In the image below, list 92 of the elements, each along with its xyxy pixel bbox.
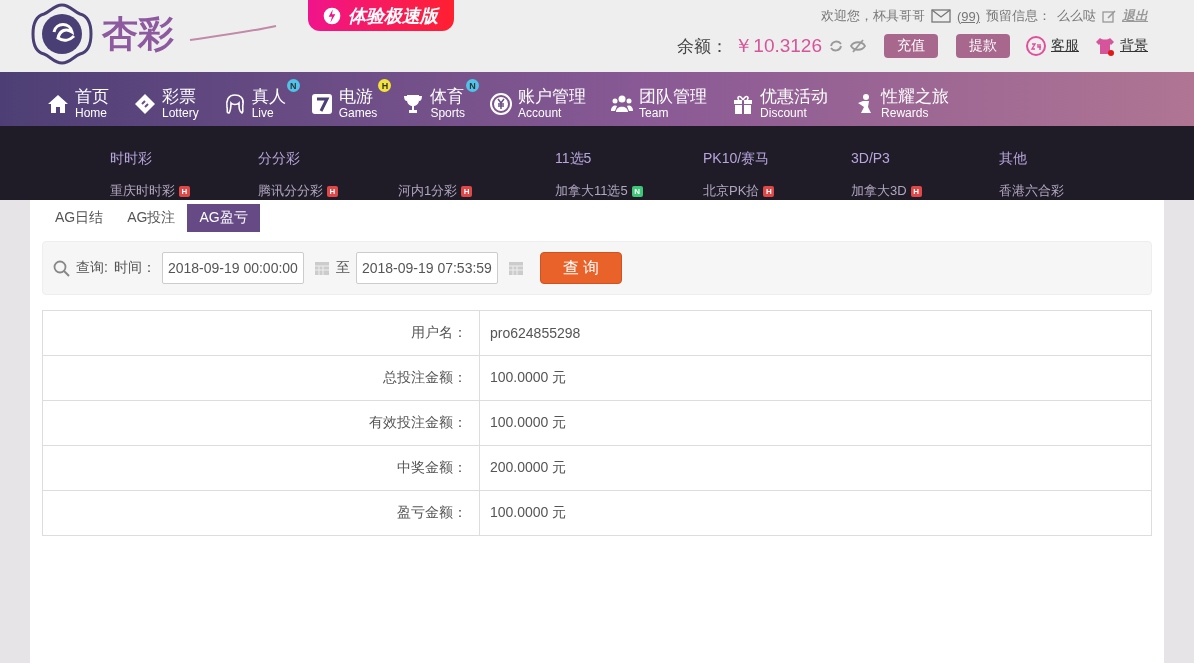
nav-label: 电游 <box>338 88 374 105</box>
seven-icon <box>309 91 334 116</box>
badge: H <box>179 185 190 197</box>
reserved-info-label: 预留信息： <box>986 7 1051 25</box>
action-button[interactable]: 充值 <box>884 34 938 58</box>
table-cell-text: pro624855298 <box>489 324 582 343</box>
nav-menu-item[interactable]: 账户管理 Account <box>489 79 605 119</box>
badge: H <box>327 185 338 197</box>
yen-coin-icon <box>489 91 514 116</box>
menu-heading: 其他 <box>999 150 1028 166</box>
welcome-text: 欢迎您，杯具哥哥 <box>820 7 925 25</box>
calendar-icon <box>313 260 330 276</box>
table-cell: 用户名： <box>43 311 480 355</box>
nav-sublabel: Account <box>518 107 563 119</box>
logo-text: 杏彩 <box>102 10 174 56</box>
table-cell: 中奖金额： <box>43 446 480 490</box>
time-label: 时间： <box>113 259 156 277</box>
edit-icon <box>1102 9 1116 23</box>
nav-label: 账户管理 <box>518 88 587 105</box>
calendar-icon <box>507 260 524 276</box>
nav-sublabel: Rewards <box>881 107 930 119</box>
menu-heading: PK10/赛马 <box>703 150 771 166</box>
menu-heading: 分分彩 <box>258 150 301 166</box>
background-link[interactable]: 背景 <box>1093 34 1148 58</box>
query-label: 查询: <box>76 259 108 277</box>
start-time-field[interactable]: 2018-09-19 00:00:00 <box>161 252 304 284</box>
badge: H <box>378 79 392 92</box>
search-icon <box>53 259 70 277</box>
lightning-circle-icon <box>322 5 342 26</box>
end-time-field[interactable]: 2018-09-19 07:53:59 <box>355 252 498 284</box>
nav-sublabel: Home <box>75 107 108 119</box>
balance-amount: ￥10.3126 <box>734 34 822 58</box>
tab[interactable]: AG盈亏 <box>187 204 260 232</box>
nav-label: 首页 <box>75 88 109 105</box>
message-count-link[interactable]: (99) <box>956 8 980 24</box>
table-cell-text: 100.0000 元 <box>489 368 568 387</box>
reserved-info-value: 么么哒 <box>1057 7 1096 25</box>
menu-item[interactable]: 加拿大3D H <box>851 182 999 200</box>
range-separator: 至 <box>335 259 350 277</box>
nav-sublabel: Live <box>251 107 275 119</box>
nav-label: 团队管理 <box>639 88 708 105</box>
balance-label: 余额： <box>677 35 729 58</box>
action-button[interactable]: 提款 <box>956 34 1010 58</box>
tab[interactable]: AG投注 <box>115 204 188 232</box>
menu-item[interactable]: 河内1分彩 H <box>398 182 555 200</box>
nav-sublabel: Sports <box>430 107 466 119</box>
nav-menu-item[interactable]: 首页 Home <box>46 79 127 119</box>
hidden-eye-icon <box>850 38 866 54</box>
table-cell-text: 100.0000 元 <box>489 413 568 432</box>
nav-menu-item[interactable]: 团队管理 Team <box>610 79 726 119</box>
tab[interactable]: AG日结 <box>43 204 116 232</box>
nav-menu-item[interactable]: 体育 Sports N <box>401 79 484 119</box>
nav-menu-item[interactable]: 优惠活动 Discount <box>731 79 847 119</box>
menu-item[interactable]: 北京PK拾 H <box>703 182 851 200</box>
promo-button[interactable]: 体验极速版 <box>308 0 454 31</box>
nav-menu-item[interactable]: 真人 Live N <box>222 79 304 119</box>
refresh-icon <box>828 38 844 54</box>
headset-24-icon <box>1024 34 1048 58</box>
badge: N <box>286 79 300 92</box>
table-cell-text: 200.0000 元 <box>489 458 568 477</box>
nav-sublabel: Lottery <box>162 107 199 119</box>
badge: H <box>910 185 922 197</box>
table-cell: 总投注金额： <box>43 356 480 400</box>
nav-sublabel: Team <box>639 107 670 119</box>
nav-label: 性耀之旅 <box>881 88 950 105</box>
table-cell: 盈亏金额： <box>43 491 480 535</box>
nav-label: 真人 <box>251 88 286 105</box>
badge: H <box>461 185 473 197</box>
nav-menu-item[interactable]: 性耀之旅 Rewards <box>852 79 968 119</box>
ticket-icon <box>133 91 157 116</box>
menu-heading: 时时彩 <box>110 150 153 166</box>
menu-item[interactable]: 香港六合彩 <box>999 182 1139 200</box>
customer-service-link[interactable]: 客服 <box>1024 34 1079 58</box>
menu-item[interactable]: 重庆时时彩 H <box>110 182 258 200</box>
badge: N <box>466 79 480 92</box>
nav-sublabel: Discount <box>760 107 808 119</box>
nav-label: 彩票 <box>162 88 197 105</box>
menu-heading: 3D/P3 <box>851 150 891 166</box>
table-cell: 有效投注金额： <box>43 401 480 445</box>
menu-item[interactable]: 加拿大11选5 N <box>555 182 703 200</box>
menu-item[interactable]: 腾讯分分彩 H <box>258 182 398 200</box>
nav-menu-item[interactable]: 电游 Games H <box>309 79 396 119</box>
menu-heading: 11选5 <box>555 150 593 166</box>
badge: N <box>631 185 643 197</box>
nav-label: 体育 <box>430 88 466 105</box>
nav-sublabel: Games <box>338 107 378 119</box>
envelope-icon <box>930 9 951 23</box>
table-cell-text: 100.0000 元 <box>489 503 568 522</box>
badge: H <box>763 185 775 197</box>
nav-label: 优惠活动 <box>760 88 829 105</box>
logo-emblem-icon <box>30 2 94 66</box>
nav-menu-item[interactable]: 彩票 Lottery <box>133 79 217 119</box>
